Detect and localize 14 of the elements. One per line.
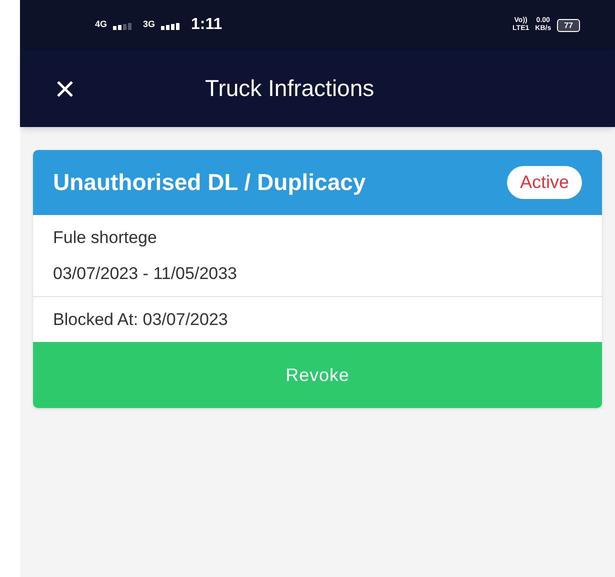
signal-icon	[161, 20, 182, 30]
status-badge: Active	[506, 166, 582, 199]
clock: 1:11	[191, 15, 222, 35]
network-label: 3G	[143, 18, 156, 32]
period-text: 03/07/2023 - 11/05/2033	[53, 262, 238, 284]
reason-text: Fule shortege	[53, 227, 158, 249]
page-title: Truck Infractions	[205, 74, 374, 104]
close-icon	[55, 78, 75, 98]
network-label: 4G	[95, 18, 108, 32]
card-title: Unauthorised DL / Duplicacy	[53, 168, 366, 198]
signal-icon	[113, 20, 134, 30]
blocked-date: Blocked At: 03/07/2023	[53, 308, 228, 331]
revoke-button[interactable]: Revoke	[33, 342, 602, 408]
battery-icon: 77	[557, 18, 580, 32]
